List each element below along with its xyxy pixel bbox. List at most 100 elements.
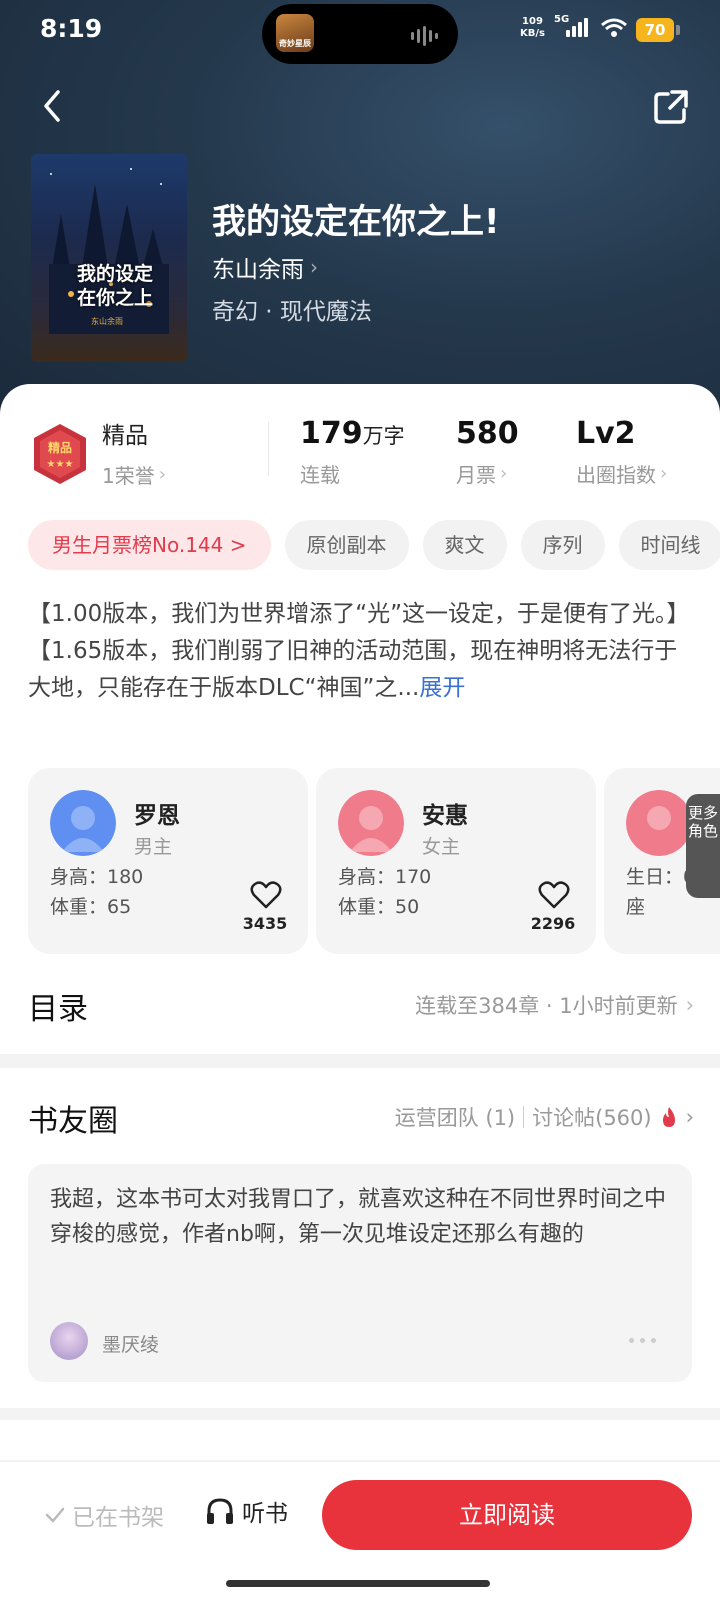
level-sub: 出圈指数 bbox=[576, 463, 656, 487]
share-icon[interactable] bbox=[652, 88, 690, 126]
like-count: 3435 bbox=[242, 914, 288, 933]
role-height: 身高：180 bbox=[50, 866, 144, 888]
tickets-stat[interactable]: 580 月票 › bbox=[456, 416, 519, 488]
fire-icon bbox=[662, 1107, 675, 1127]
level-stat[interactable]: Lv2 出圈指数 › bbox=[576, 416, 667, 488]
book-cover[interactable]: 我的设定 在你之上 东山余雨 bbox=[31, 154, 187, 362]
read-now-button[interactable]: 立即阅读 bbox=[322, 1480, 692, 1550]
chevron-right-icon: › bbox=[500, 463, 508, 484]
wifi-icon bbox=[601, 18, 627, 37]
circle-info[interactable]: 运营团队 (1) 讨论帖(560) › bbox=[395, 1102, 694, 1132]
avatar[interactable] bbox=[50, 1322, 88, 1360]
post-text: 我超，这本书可太对我胃口了，就喜欢这种在不同世界时间之中穿梭的感觉，作者nb啊，… bbox=[50, 1187, 667, 1247]
heart-icon[interactable] bbox=[250, 880, 282, 910]
role-type: 女主 bbox=[422, 836, 461, 858]
chevron-right-icon: › bbox=[310, 255, 318, 279]
role-type: 男主 bbox=[134, 836, 173, 858]
female-avatar-icon bbox=[626, 790, 692, 856]
audio-wave-icon bbox=[411, 26, 438, 46]
words-unit: 万字 bbox=[362, 424, 405, 448]
dynamic-island[interactable]: 奇妙星辰 bbox=[262, 4, 458, 64]
tickets-value: 580 bbox=[456, 416, 519, 451]
cover-title-line1: 我的设定 bbox=[76, 263, 153, 285]
toc-info-link[interactable]: 连载至384章 · 1小时前更新 › bbox=[415, 990, 694, 1020]
status-bar: 8:19 奇妙星辰 109 KB/s 5G 70 bbox=[0, 0, 720, 64]
heart-icon[interactable] bbox=[538, 880, 570, 910]
role-carousel: 罗恩 男主 身高：180 体重：65 3435 安惠 女主 身高：170 体重：… bbox=[28, 768, 720, 954]
island-app-icon: 奇妙星辰 bbox=[276, 14, 314, 52]
headphones-icon bbox=[207, 1498, 233, 1524]
premium-badge-icon: 精品 ★★★ bbox=[34, 424, 86, 484]
net-speed: 109 KB/s bbox=[520, 16, 545, 40]
tag-list: 男生月票榜No.144 > 原创副本 爽文 序列 时间线 bbox=[28, 520, 720, 570]
words-value: 179 bbox=[300, 416, 363, 451]
role-weight: 体重：50 bbox=[338, 896, 420, 918]
toc-title[interactable]: 目录 bbox=[28, 984, 88, 1028]
net-speed-value: 109 bbox=[522, 16, 543, 27]
circle-posts[interactable]: 讨论帖(560) bbox=[532, 1102, 651, 1132]
back-arrow-icon[interactable] bbox=[34, 86, 74, 126]
battery-icon bbox=[676, 25, 680, 35]
role-weight: 体重：65 bbox=[50, 896, 132, 918]
badge-label: 精品 bbox=[102, 423, 148, 449]
more-dots-icon[interactable] bbox=[629, 1338, 656, 1343]
book-title: 我的设定在你之上! bbox=[212, 202, 500, 242]
island-app-label: 奇妙星辰 bbox=[279, 39, 311, 48]
shelf-label: 已在书架 bbox=[72, 1505, 164, 1531]
svg-text:★★★: ★★★ bbox=[47, 459, 74, 470]
words-sub: 连载 bbox=[300, 463, 340, 487]
female-avatar-icon bbox=[338, 790, 404, 856]
synopsis-line2: 【1.65版本，我们削弱了旧神的活动范围，现在神明将无法行于大地，只能存在于版本… bbox=[28, 638, 678, 701]
words-stat: 179万字 连载 bbox=[300, 416, 405, 488]
cover-title-line2: 在你之上 bbox=[76, 287, 153, 309]
chevron-right-icon: › bbox=[685, 993, 694, 1017]
chevron-right-icon: › bbox=[158, 464, 166, 485]
role-height: 身高：170 bbox=[338, 866, 432, 888]
tag-item[interactable]: 序列 bbox=[520, 520, 605, 570]
synopsis[interactable]: 【1.00版本，我们为世界增添了“光”这一设定，于是便有了光。】 【1.65版本… bbox=[28, 596, 694, 707]
book-genre: 奇幻 · 现代魔法 bbox=[212, 299, 372, 325]
synopsis-line1: 【1.00版本，我们为世界增添了“光”这一设定，于是便有了光。】 bbox=[28, 601, 690, 627]
toc-info: 连载至384章 · 1小时前更新 bbox=[415, 994, 678, 1018]
signal-icon bbox=[566, 18, 588, 37]
circle-title[interactable]: 书友圈 bbox=[28, 1096, 118, 1140]
circle-ops[interactable]: 运营团队 (1) bbox=[395, 1102, 515, 1132]
badge-sub: 1荣誉 bbox=[102, 464, 155, 488]
cover-title: 我的设定 在你之上 bbox=[65, 262, 165, 310]
expand-link[interactable]: 展开 bbox=[419, 675, 465, 701]
tag-item[interactable]: 爽文 bbox=[422, 520, 507, 570]
like-count: 2296 bbox=[530, 914, 576, 933]
level-value: Lv2 bbox=[576, 416, 636, 451]
badge-stat[interactable]: 精品 1荣誉 › bbox=[102, 416, 166, 489]
battery-level: 70 bbox=[636, 18, 674, 42]
cover-author: 东山余雨 bbox=[91, 317, 123, 326]
tag-item[interactable]: 原创副本 bbox=[284, 520, 409, 570]
book-author-link[interactable]: 东山余雨 › bbox=[212, 250, 318, 284]
chevron-right-icon: › bbox=[685, 1105, 694, 1129]
rank-tag[interactable]: 男生月票榜No.144 > bbox=[28, 520, 271, 570]
listen-label: 听书 bbox=[242, 1501, 288, 1527]
role-card[interactable]: 安惠 女主 身高：170 体重：50 2296 bbox=[316, 768, 596, 954]
net-speed-unit: KB/s bbox=[520, 28, 545, 39]
divider bbox=[268, 422, 269, 476]
book-author: 东山余雨 bbox=[212, 257, 304, 283]
chevron-right-icon: › bbox=[660, 463, 668, 484]
next-section bbox=[0, 1420, 720, 1460]
post-user[interactable]: 墨厌绫 bbox=[102, 1330, 159, 1357]
tickets-sub: 月票 bbox=[456, 463, 496, 487]
post-card[interactable]: 我超，这本书可太对我胃口了，就喜欢这种在不同世界时间之中穿梭的感觉，作者nb啊，… bbox=[28, 1164, 692, 1382]
shelf-button[interactable]: 已在书架 bbox=[44, 1498, 164, 1532]
castle-illustration bbox=[49, 168, 169, 334]
check-icon bbox=[45, 1507, 65, 1523]
role-name: 安惠 bbox=[422, 803, 468, 829]
more-roles-button[interactable]: 更多角色 bbox=[686, 794, 720, 898]
male-avatar-icon bbox=[50, 790, 116, 856]
home-indicator[interactable] bbox=[226, 1580, 490, 1587]
role-card[interactable]: 罗恩 男主 身高：180 体重：65 3435 bbox=[28, 768, 308, 954]
tag-item[interactable]: 时间线 bbox=[618, 520, 720, 570]
status-time: 8:19 bbox=[40, 14, 103, 43]
listen-button[interactable]: 听书 bbox=[204, 1494, 288, 1528]
svg-text:精品: 精品 bbox=[48, 440, 72, 455]
divider bbox=[523, 1106, 525, 1128]
role-sign: 座 bbox=[626, 896, 646, 918]
